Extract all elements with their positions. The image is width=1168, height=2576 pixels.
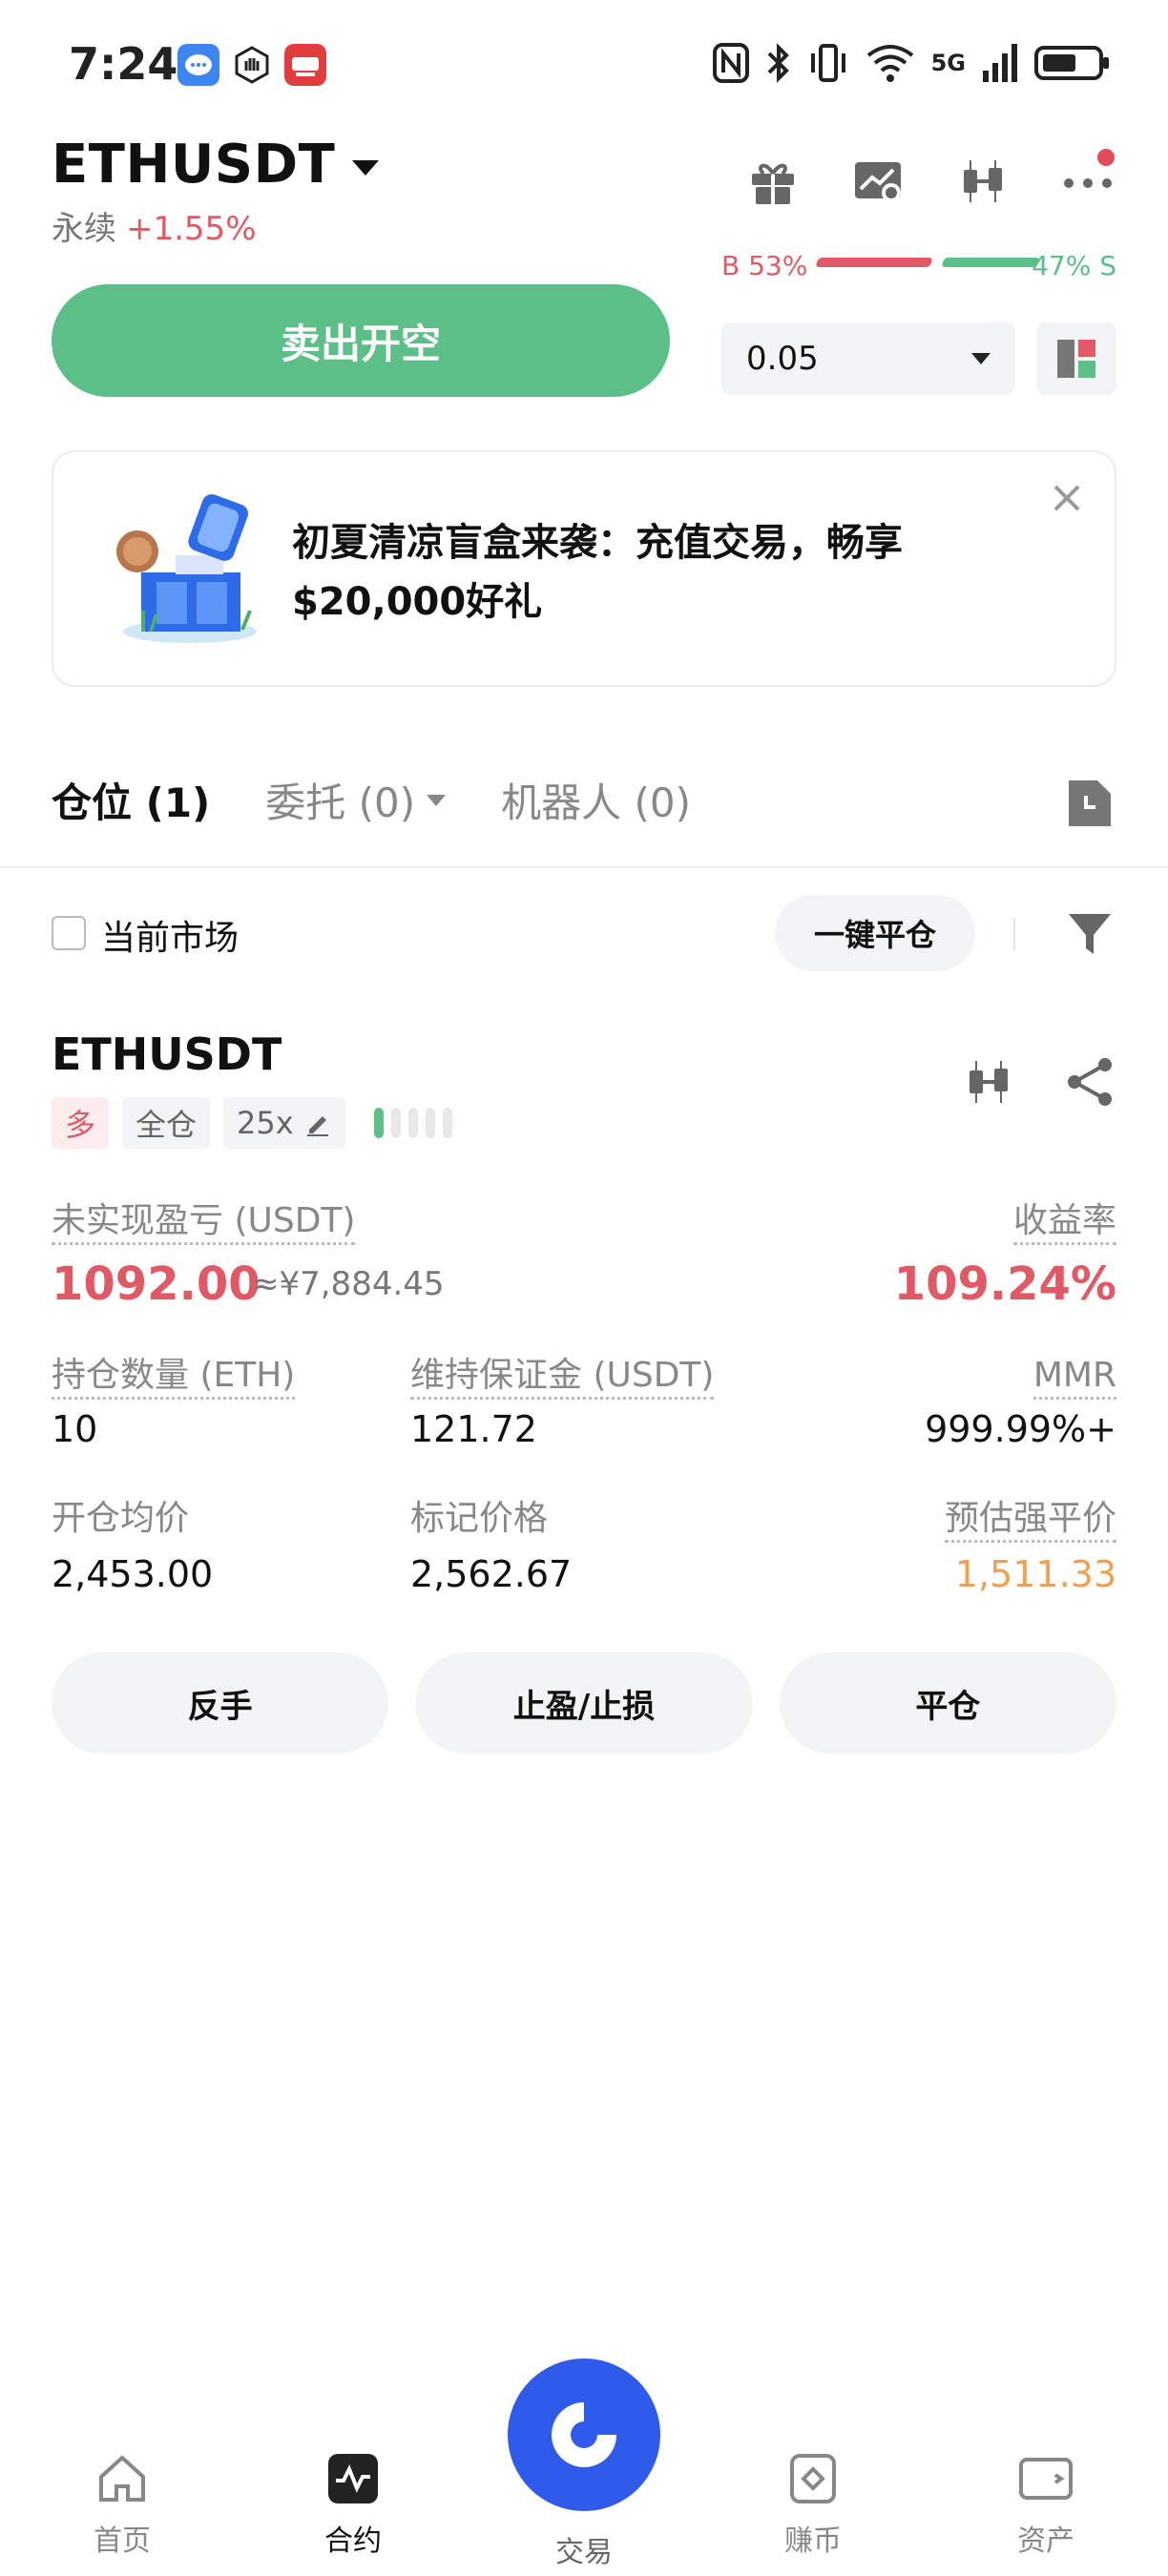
unrealized-pnl-cny: ≈¥7,884.45	[252, 1265, 445, 1303]
status-bar: 7:24 5G	[0, 0, 1168, 134]
liq-price-value: 1,511.33	[954, 1553, 1116, 1595]
position-card-actions	[962, 1055, 1116, 1109]
pair-subtitle: 永续 +1.55%	[52, 202, 257, 249]
mmr-value: 999.99%+	[925, 1408, 1116, 1450]
size-value: 10	[52, 1408, 98, 1450]
candlestick-icon[interactable]	[954, 153, 1012, 210]
history-icon[interactable]	[1065, 777, 1115, 830]
gift-box-illustration	[116, 494, 257, 643]
signal-icon	[983, 44, 1017, 82]
position-tags: 多 全仓 25x	[52, 1097, 452, 1149]
pay-app-icon	[284, 44, 326, 86]
chat-app-icon	[177, 44, 219, 86]
chevron-down-icon	[427, 794, 447, 806]
long-short-ratio: B 53% 47% S	[721, 250, 1116, 279]
status-icons: 5G	[712, 42, 1111, 84]
contract-type: 永续	[52, 210, 116, 248]
quantity-value: 0.05	[746, 340, 819, 378]
roe-value: 109.24%	[893, 1257, 1116, 1311]
battery-icon	[1034, 46, 1109, 80]
wallet-icon	[1019, 2458, 1073, 2500]
pair-title: ETHUSDT	[52, 134, 336, 196]
roe-label[interactable]: 收益率	[1012, 1200, 1116, 1245]
nav-assets[interactable]: 资产	[970, 2450, 1122, 2559]
notification-dot	[1097, 149, 1115, 166]
tp-sl-button[interactable]: 止盈/止损	[415, 1652, 753, 1754]
mark-price-label: 标记价格	[410, 1499, 549, 1538]
position-symbol: ETHUSDT	[52, 1028, 282, 1080]
trade-fab-button[interactable]	[508, 2358, 660, 2511]
earn-icon	[790, 2454, 836, 2503]
position-actions: 反手 止盈/止损 平仓	[52, 1652, 1116, 1754]
pair-selector[interactable]: ETHUSDT	[52, 134, 380, 196]
filter-row: 当前市场 一键平仓	[52, 895, 1116, 971]
nav-home[interactable]: 首页	[46, 2450, 198, 2559]
quantity-select[interactable]: 0.05	[721, 322, 1015, 395]
header-actions	[744, 149, 1116, 210]
tab-bots[interactable]: 机器人 (0)	[501, 771, 691, 829]
promo-text: 初夏清凉盲盒来袭：充值交易，畅享$20,000好礼	[292, 521, 903, 624]
close-icon[interactable]	[1048, 479, 1086, 517]
buy-ratio-bar	[815, 258, 933, 267]
buy-ratio: B 53%	[721, 250, 808, 279]
mark-price-value: 2,562.67	[410, 1553, 573, 1595]
maint-margin-value: 121.72	[410, 1408, 537, 1450]
nav-trade-label: 交易	[555, 2536, 613, 2569]
candlestick-icon[interactable]	[962, 1055, 1015, 1109]
entry-price-value: 2,453.00	[52, 1553, 214, 1595]
size-label[interactable]: 持仓数量 (ETH)	[52, 1355, 296, 1400]
side-badge: 多	[52, 1097, 110, 1149]
sell-open-short-button[interactable]: 卖出开空	[52, 284, 670, 397]
more-icon[interactable]	[1059, 149, 1116, 210]
current-market-label: 当前市场	[101, 919, 240, 958]
sell-ratio: 47% S	[1032, 250, 1116, 279]
vibrate-icon	[810, 44, 845, 82]
chart-settings-icon[interactable]	[849, 153, 907, 210]
tab-positions[interactable]: 仓位 (1)	[52, 771, 210, 829]
trade-icon	[552, 2402, 616, 2467]
price-change: +1.55%	[126, 210, 257, 248]
contract-icon	[328, 2454, 378, 2503]
nav-contract[interactable]: 合约	[277, 2450, 429, 2559]
mmr-label[interactable]: MMR	[1032, 1355, 1116, 1400]
divider	[0, 866, 1168, 868]
chevron-down-icon	[352, 159, 380, 176]
unrealized-pnl-label[interactable]: 未实现盈亏 (USDT)	[52, 1200, 356, 1245]
reverse-button[interactable]: 反手	[52, 1652, 389, 1754]
status-time: 7:24	[69, 38, 178, 90]
position-tabs: 仓位 (1) 委托 (0) 机器人 (0)	[52, 771, 691, 829]
network-label: 5G	[930, 50, 966, 76]
maint-margin-label[interactable]: 维持保证金 (USDT)	[410, 1355, 715, 1400]
sell-ratio-bar	[941, 258, 1040, 267]
layout-toggle-button[interactable]	[1036, 322, 1116, 395]
home-icon	[99, 2455, 145, 2502]
edit-icon	[306, 1116, 328, 1136]
close-position-button[interactable]: 平仓	[779, 1652, 1116, 1754]
hand-app-icon	[231, 44, 273, 86]
filter-icon[interactable]	[1063, 906, 1116, 960]
wifi-icon	[866, 45, 913, 82]
entry-price-label: 开仓均价	[52, 1499, 190, 1538]
margin-mode-badge: 全仓	[122, 1097, 211, 1149]
bottom-nav: 首页 合约 交易 赚币 资产	[0, 2337, 1168, 2576]
bluetooth-icon	[767, 43, 789, 83]
close-all-button[interactable]: 一键平仓	[775, 895, 975, 971]
layout-icon	[1057, 340, 1095, 378]
share-icon[interactable]	[1063, 1055, 1116, 1109]
liq-price-label[interactable]: 预估强平价	[944, 1498, 1116, 1543]
tab-orders[interactable]: 委托 (0)	[265, 771, 447, 829]
promo-banner[interactable]: 初夏清凉盲盒来袭：充值交易，畅享$20,000好礼	[52, 450, 1116, 687]
nfc-icon	[712, 43, 749, 83]
leverage-badge[interactable]: 25x	[223, 1097, 345, 1149]
risk-level-indicator	[373, 1108, 452, 1138]
current-market-checkbox[interactable]	[52, 916, 86, 950]
gift-icon[interactable]	[744, 153, 802, 210]
divider	[1013, 918, 1015, 950]
chevron-down-icon	[971, 353, 991, 364]
nav-earn[interactable]: 赚币	[737, 2450, 889, 2559]
unrealized-pnl-value: 1092.00	[52, 1257, 261, 1311]
